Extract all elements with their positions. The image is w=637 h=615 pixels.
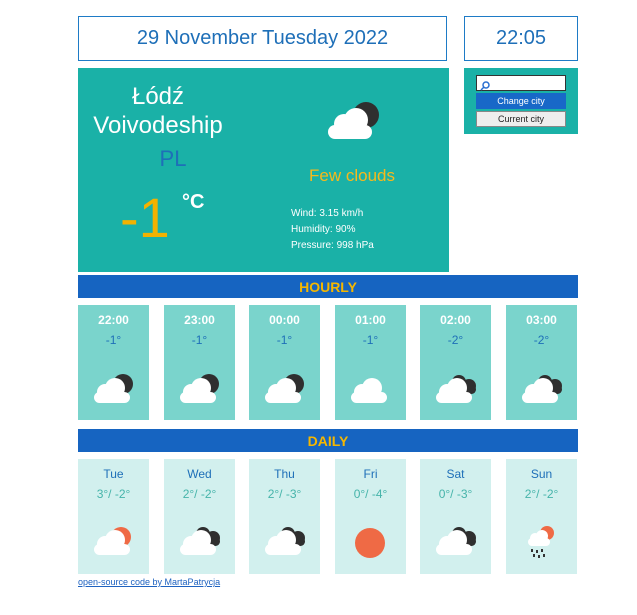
- daily-card: Sat 0°/ -3°: [420, 459, 491, 574]
- cloud-icon: [345, 367, 397, 416]
- hour-label: 01:00: [355, 313, 386, 327]
- temperature-unit: °C: [182, 191, 205, 213]
- hour-temperature: -1°: [191, 333, 208, 347]
- day-temperature-range: 3°/ -2°: [96, 487, 131, 501]
- weather-details: Wind: 3.15 km/h Humidity: 90% Pressure: …: [291, 206, 374, 254]
- cloud-moon-icon: [174, 367, 226, 416]
- hourly-card: 23:00 -1°: [164, 305, 235, 420]
- daily-card: Tue 3°/ -2°: [78, 459, 149, 574]
- day-label: Sun: [530, 467, 553, 481]
- humidity-text: Humidity: 90%: [291, 224, 356, 235]
- time-display: 22:05: [464, 16, 578, 61]
- source-code-link[interactable]: open-source code by MartaPatrycja: [78, 577, 220, 587]
- hourly-card: 03:00 -2°: [506, 305, 577, 420]
- hour-temperature: -2°: [533, 333, 550, 347]
- cloud-dark-icon: [516, 367, 568, 416]
- change-city-button[interactable]: Change city: [476, 93, 566, 109]
- daily-card: Sun 2°/ -2°: [506, 459, 577, 574]
- day-temperature-range: 2°/ -3°: [267, 487, 302, 501]
- day-temperature-range: 0°/ -3°: [438, 487, 473, 501]
- hourly-card: 02:00 -2°: [420, 305, 491, 420]
- day-temperature-range: 2°/ -2°: [524, 487, 559, 501]
- daily-card: Fri 0°/ -4°: [335, 459, 406, 574]
- date-display: 29 November Tuesday 2022: [78, 16, 447, 61]
- cloud-moon-icon: [88, 367, 140, 416]
- hourly-card: 01:00 -1°: [335, 305, 406, 420]
- pressure-text: Pressure: 998 hPa: [291, 240, 374, 251]
- daily-card: Wed 2°/ -2°: [164, 459, 235, 574]
- hourly-card: 00:00 -1°: [249, 305, 320, 420]
- hour-temperature: -1°: [276, 333, 293, 347]
- current-weather-panel: Łódź Voivodeship PL -1 °C Few clouds Win…: [78, 68, 449, 272]
- hour-label: 22:00: [98, 313, 129, 327]
- time-text: 22:05: [495, 27, 547, 49]
- city-name: Łódź Voivodeship: [93, 83, 223, 139]
- country-code: PL: [159, 146, 187, 171]
- cloud-dark-icon: [174, 519, 226, 568]
- hour-temperature: -1°: [362, 333, 379, 347]
- hourly-card: 22:00 -1°: [78, 305, 149, 420]
- daily-card: Thu 2°/ -3°: [249, 459, 320, 574]
- day-label: Wed: [187, 467, 212, 481]
- hour-label: 23:00: [184, 313, 215, 327]
- hour-label: 03:00: [526, 313, 557, 327]
- city-search-input[interactable]: [476, 75, 566, 91]
- daily-header: DAILY: [78, 429, 578, 452]
- hour-temperature: -1°: [105, 333, 122, 347]
- rain-sun-icon: [516, 519, 568, 568]
- condition-text: Few clouds: [309, 166, 395, 185]
- cloud-dark-icon: [430, 519, 482, 568]
- day-temperature-range: 0°/ -4°: [353, 487, 388, 501]
- day-temperature-range: 2°/ -2°: [182, 487, 217, 501]
- hour-temperature: -2°: [447, 333, 464, 347]
- date-text: 29 November Tuesday 2022: [136, 27, 389, 49]
- cloud-sun-icon: [88, 519, 140, 568]
- wind-text: Wind: 3.15 km/h: [291, 208, 364, 219]
- day-label: Tue: [103, 467, 124, 481]
- sun-icon: [345, 519, 397, 568]
- city-search-panel: Change city Current city: [464, 68, 578, 134]
- hourly-header: HOURLY: [78, 275, 578, 298]
- hour-label: 02:00: [440, 313, 471, 327]
- cloud-dark-icon: [259, 519, 311, 568]
- cloud-moon-icon: [259, 367, 311, 416]
- cloud-dark-icon: [430, 367, 482, 416]
- day-label: Sat: [446, 467, 465, 481]
- current-city-button[interactable]: Current city: [476, 111, 566, 127]
- few-clouds-night-icon: [323, 98, 387, 151]
- day-label: Fri: [363, 467, 378, 481]
- current-temperature: -1: [120, 186, 170, 249]
- hour-label: 00:00: [269, 313, 300, 327]
- day-label: Thu: [274, 467, 295, 481]
